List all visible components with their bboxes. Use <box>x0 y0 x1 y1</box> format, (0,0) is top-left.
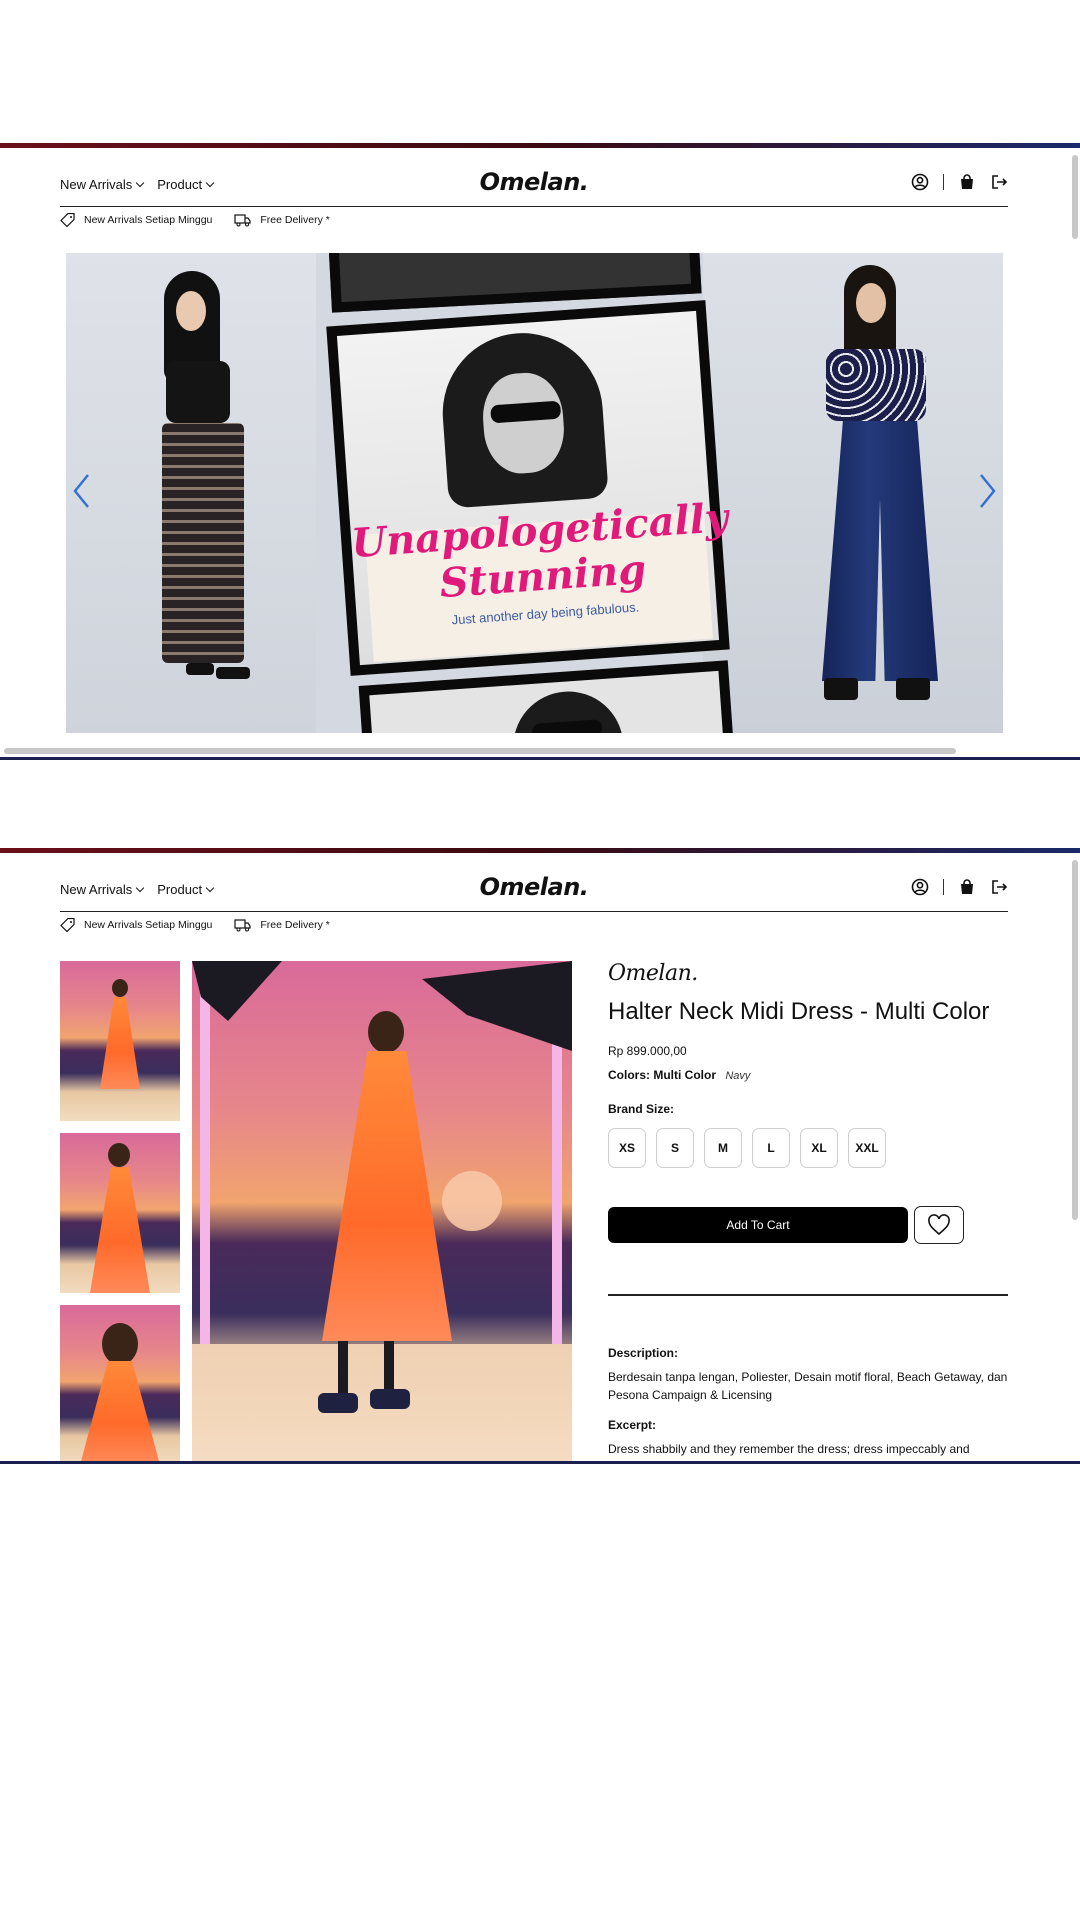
size-xxl[interactable]: XXL <box>848 1128 886 1168</box>
chevron-down-icon <box>205 178 215 188</box>
header-actions <box>911 173 1008 191</box>
logout-icon[interactable] <box>990 173 1008 191</box>
model-left-shoe <box>186 663 214 675</box>
tag-icon <box>60 213 75 227</box>
main-nav: New Arrivals Product <box>60 177 215 192</box>
model-left-top <box>166 361 230 423</box>
promo-weekly: New Arrivals Setiap Minggu <box>84 919 213 931</box>
size-xl[interactable]: XL <box>800 1128 838 1168</box>
tag-icon <box>60 918 75 932</box>
site-logo[interactable]: Omelan. <box>480 873 589 901</box>
nav-new-arrivals[interactable]: New Arrivals <box>60 882 145 897</box>
dress <box>100 997 140 1089</box>
logout-icon[interactable] <box>990 878 1008 896</box>
colors-value: Navy <box>725 1070 751 1082</box>
header-divider <box>943 174 944 190</box>
user-circle-icon[interactable] <box>911 878 929 896</box>
chevron-down-icon <box>205 883 215 893</box>
product-details: Omelan. Halter Neck Midi Dress - Multi C… <box>608 961 1008 1458</box>
chevron-down-icon <box>136 178 145 188</box>
model-head <box>368 1011 404 1053</box>
horizontal-scrollbar[interactable] <box>4 748 956 754</box>
dress <box>80 1361 160 1464</box>
product-colors: Colors: Multi Color Navy <box>608 1068 1008 1082</box>
film-strip <box>316 253 736 733</box>
thumbnail-1[interactable] <box>60 961 180 1121</box>
size-l[interactable]: L <box>752 1128 790 1168</box>
heart-icon <box>928 1214 950 1236</box>
nav-new-arrivals-label: New Arrivals <box>60 177 133 192</box>
carousel-prev-icon[interactable] <box>72 473 92 509</box>
add-to-cart-button[interactable]: Add To Cart <box>608 1207 908 1243</box>
nav-new-arrivals[interactable]: New Arrivals <box>60 177 145 192</box>
description-text: Berdesain tanpa lengan, Poliester, Desai… <box>608 1369 1008 1402</box>
vertical-scrollbar[interactable] <box>1072 155 1078 239</box>
product-thumbnails <box>60 961 180 1464</box>
section-divider <box>608 1294 1008 1296</box>
shopping-bag-icon[interactable] <box>958 173 976 191</box>
truck-icon <box>234 919 251 932</box>
model-head <box>112 979 128 997</box>
model-right-top <box>826 349 926 421</box>
model-right-boot <box>824 678 858 700</box>
shopping-bag-icon[interactable] <box>958 878 976 896</box>
nav-product[interactable]: Product <box>157 882 215 897</box>
carousel-next-icon[interactable] <box>977 473 997 509</box>
model-head <box>102 1323 138 1365</box>
site-header: New Arrivals Product Omelan. <box>60 163 1008 207</box>
truck-icon <box>234 214 251 227</box>
model-left-face <box>176 291 206 331</box>
home-screen: New Arrivals Product Omelan. New Arrival… <box>0 143 1080 760</box>
model-left-pants <box>162 423 244 663</box>
thumbnail-2[interactable] <box>60 1133 180 1293</box>
purchase-actions: Add To Cart <box>608 1206 1008 1244</box>
promo-bar: New Arrivals Setiap Minggu Free Delivery… <box>60 213 330 227</box>
thumbnail-3[interactable] <box>60 1305 180 1464</box>
nav-product[interactable]: Product <box>157 177 215 192</box>
dress <box>90 1167 150 1293</box>
product-main-image[interactable] <box>192 961 572 1464</box>
vertical-scrollbar[interactable] <box>1072 860 1078 1220</box>
header-actions <box>911 878 1008 896</box>
brand-logo: Omelan. <box>608 961 698 986</box>
colors-label: Colors: Multi Color <box>608 1068 716 1082</box>
model-right-boot <box>896 678 930 700</box>
site-header: New Arrivals Product Omelan. <box>60 868 1008 912</box>
model-right-face <box>856 283 886 323</box>
size-m[interactable]: M <box>704 1128 742 1168</box>
chevron-down-icon <box>136 883 145 893</box>
model-leg <box>338 1341 348 1401</box>
site-logo[interactable]: Omelan. <box>480 168 589 196</box>
user-circle-icon[interactable] <box>911 173 929 191</box>
product-title: Halter Neck Midi Dress - Multi Color <box>608 998 990 1025</box>
size-xs[interactable]: XS <box>608 1128 646 1168</box>
main-nav: New Arrivals Product <box>60 882 215 897</box>
excerpt-text: Dress shabbily and they remember the dre… <box>608 1441 970 1456</box>
hero-carousel[interactable]: Unapologetically Stunning Just another d… <box>66 253 1003 733</box>
size-options: XS S M L XL XXL <box>608 1128 1008 1168</box>
product-price: Rp 899.000,00 <box>608 1044 687 1058</box>
description-label: Description: <box>608 1345 679 1360</box>
promo-delivery: Free Delivery * <box>260 214 330 226</box>
excerpt-label: Excerpt: <box>608 1417 657 1432</box>
nav-product-label: Product <box>157 882 203 897</box>
nav-new-arrivals-label: New Arrivals <box>60 882 133 897</box>
promo-weekly: New Arrivals Setiap Minggu <box>84 214 213 226</box>
sandal <box>318 1393 358 1413</box>
sandal <box>370 1389 410 1409</box>
promo-delivery: Free Delivery * <box>260 919 330 931</box>
header-divider <box>943 879 944 895</box>
size-label: Brand Size: <box>608 1102 675 1116</box>
model-left-shoe <box>216 667 250 679</box>
size-s[interactable]: S <box>656 1128 694 1168</box>
model-head <box>108 1143 130 1167</box>
promo-bar: New Arrivals Setiap Minggu Free Delivery… <box>60 918 330 932</box>
nav-product-label: Product <box>157 177 203 192</box>
wishlist-button[interactable] <box>914 1206 964 1244</box>
product-screen: New Arrivals Product Omelan. New Arrival… <box>0 848 1080 1464</box>
